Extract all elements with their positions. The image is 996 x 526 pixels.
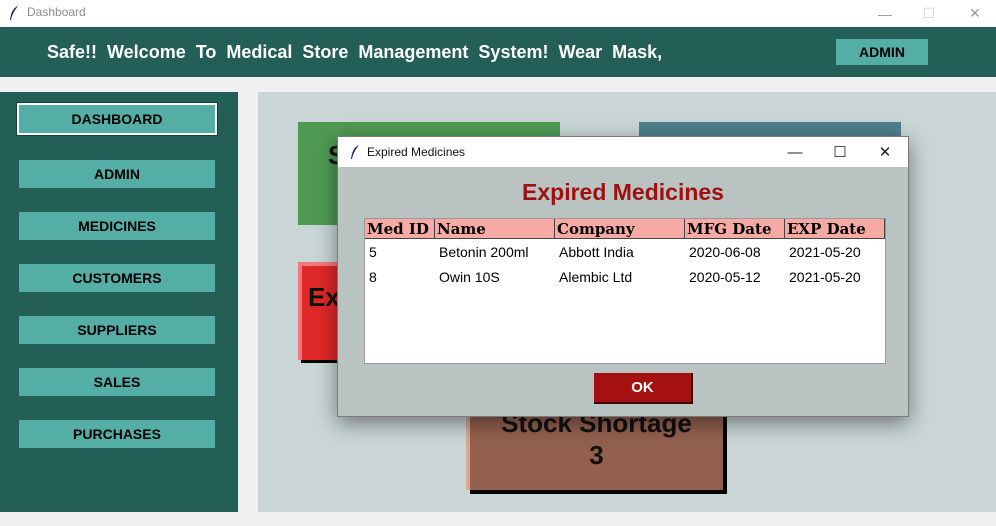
stock-shortage-card[interactable]: Stock Shortage 3 [466,405,723,490]
minimize-button[interactable]: — [862,0,908,27]
feather-icon [10,6,18,20]
cell-med-id: 5 [369,244,377,260]
cell-name: Betonin 200ml [439,244,529,260]
sidebar-item-suppliers[interactable]: SUPPLIERS [19,316,215,344]
cell-exp-date: 2021-05-20 [789,244,861,260]
window-title: Dashboard [27,5,86,19]
expired-medicines-table[interactable]: Med ID Name Company MFG Date EXP Date 5 … [364,218,886,364]
ok-button[interactable]: OK [594,373,693,404]
cell-mfg-date: 2020-05-12 [689,269,761,285]
cell-company: Abbott India [559,244,634,260]
dialog-close-button[interactable]: ✕ [862,137,908,167]
feather-icon [351,145,359,159]
cell-med-id: 8 [369,269,377,285]
sidebar-item-dashboard[interactable]: DASHBOARD [16,102,218,136]
table-row[interactable]: 5 Betonin 200ml Abbott India 2020-06-08 … [365,240,885,264]
column-header-med-id[interactable]: Med ID [365,219,435,239]
marquee-text: Safe!! Welcome To Medical Store Manageme… [47,42,663,62]
sidebar-item-admin[interactable]: ADMIN [19,160,215,188]
dialog-maximize-button[interactable]: ☐ [817,137,863,167]
close-button[interactable]: ✕ [952,0,996,27]
cell-mfg-date: 2020-06-08 [689,244,761,260]
cell-exp-date: 2021-05-20 [789,269,861,285]
expired-card-label: Ex [308,282,340,312]
sidebar-item-medicines[interactable]: MEDICINES [19,212,215,240]
header-banner: Safe!! Welcome To Medical Store Manageme… [0,27,996,77]
sidebar-item-sales[interactable]: SALES [19,368,215,396]
table-row[interactable]: 8 Owin 10S Alembic Ltd 2020-05-12 2021-0… [365,265,885,289]
cell-name: Owin 10S [439,269,500,285]
maximize-button[interactable]: ☐ [906,0,952,27]
sidebar: DASHBOARD ADMIN MEDICINES CUSTOMERS SUPP… [0,92,238,512]
sidebar-item-customers[interactable]: CUSTOMERS [19,264,215,292]
column-header-exp-date[interactable]: EXP Date [785,219,885,239]
admin-button[interactable]: ADMIN [836,39,928,65]
window-titlebar: Dashboard — ☐ ✕ [0,0,996,27]
dialog-title: Expired Medicines [367,145,466,159]
dialog-titlebar: Expired Medicines — ☐ ✕ [338,137,908,167]
column-header-company[interactable]: Company [555,219,685,239]
sidebar-item-purchases[interactable]: PURCHASES [19,420,215,448]
cell-company: Alembic Ltd [559,269,633,285]
column-header-name[interactable]: Name [435,219,555,239]
dialog-heading: Expired Medicines [522,179,724,205]
column-header-mfg-date[interactable]: MFG Date [685,219,785,239]
stock-shortage-count: 3 [589,440,604,470]
dialog-minimize-button[interactable]: — [772,137,818,167]
expired-medicines-dialog: Expired Medicines — ☐ ✕ Expired Medicine… [337,136,909,417]
